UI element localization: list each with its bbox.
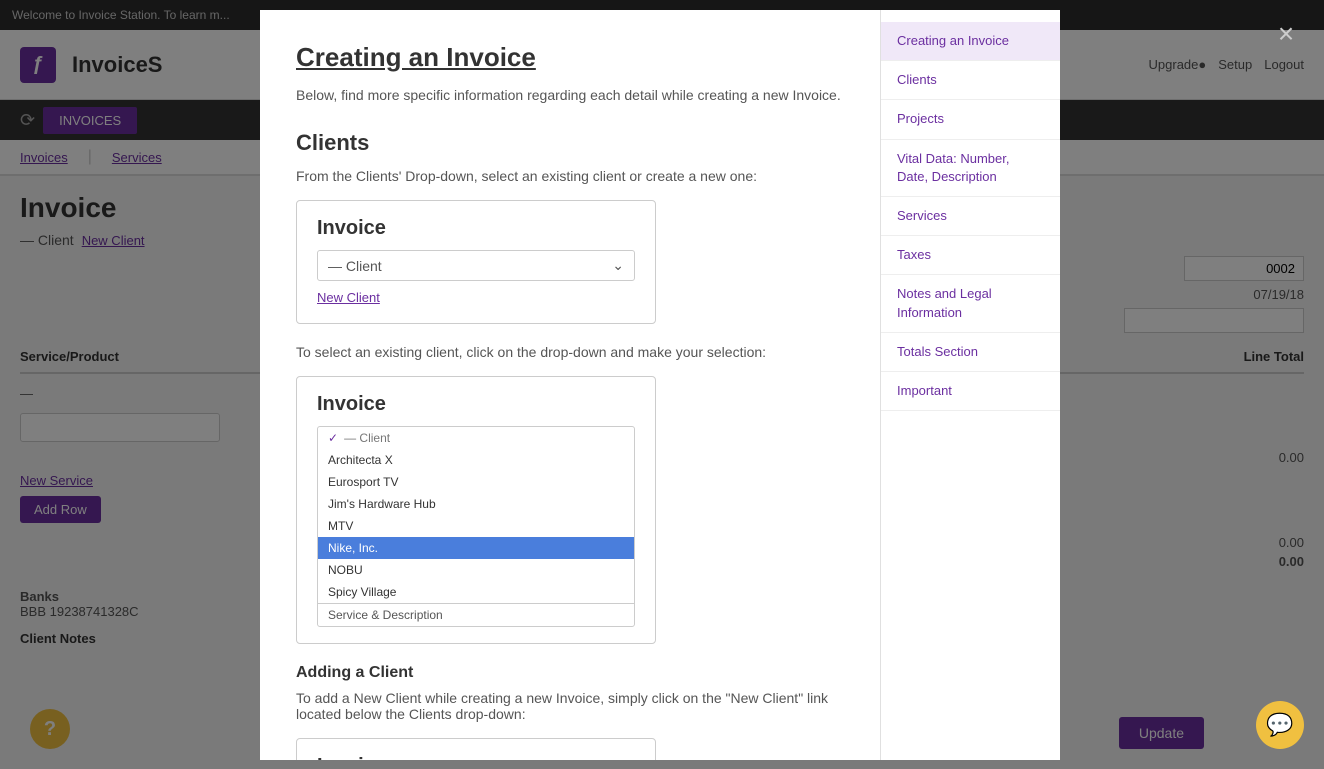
dropdown-list-box: ✓ — Client Architecta X Eurosport TV Jim… bbox=[317, 426, 635, 627]
dropdown-item-mtv[interactable]: MTV bbox=[318, 515, 634, 537]
dropdown-item-spicy[interactable]: Spicy Village bbox=[318, 581, 634, 603]
sidebar-item-services[interactable]: Services bbox=[881, 197, 1060, 236]
dropdown-list-mockup: Invoice ✓ — Client Architecta X Eurospor… bbox=[296, 376, 656, 644]
third-invoice-mockup: Invoice bbox=[296, 738, 656, 760]
modal-title: Creating an Invoice bbox=[296, 42, 860, 73]
dropdown-item-jims[interactable]: Jim's Hardware Hub bbox=[318, 493, 634, 515]
modal-subtitle: Below, find more specific information re… bbox=[296, 85, 860, 106]
dropdown-footer: Service & Description bbox=[318, 603, 634, 626]
modal-sidebar: Creating an Invoice Clients Projects Vit… bbox=[880, 10, 1060, 760]
sidebar-item-creating-invoice[interactable]: Creating an Invoice bbox=[881, 22, 1060, 61]
select-existing-text: To select an existing client, click on t… bbox=[296, 344, 860, 360]
mockup-invoice-title: Invoice bbox=[317, 217, 635, 240]
help-modal: Creating an Invoice Below, find more spe… bbox=[260, 10, 1060, 760]
close-button[interactable]: × bbox=[1268, 16, 1304, 52]
clients-text: From the Clients' Drop-down, select an e… bbox=[296, 168, 860, 184]
mockup-client-dropdown[interactable]: — Client ⌄ bbox=[317, 250, 635, 281]
dropdown-mockup-title: Invoice bbox=[317, 393, 635, 416]
sidebar-item-vital-data[interactable]: Vital Data: Number, Date, Description bbox=[881, 140, 1060, 197]
dropdown-item-nobu[interactable]: NOBU bbox=[318, 559, 634, 581]
sidebar-item-notes-legal[interactable]: Notes and Legal Information bbox=[881, 275, 1060, 332]
chat-button[interactable]: 💬 bbox=[1256, 701, 1304, 749]
mockup-new-client-link[interactable]: New Client bbox=[317, 290, 380, 305]
modal-main-content: Creating an Invoice Below, find more spe… bbox=[260, 10, 880, 760]
sidebar-item-important[interactable]: Important bbox=[881, 372, 1060, 411]
sidebar-item-totals[interactable]: Totals Section bbox=[881, 333, 1060, 372]
sidebar-item-projects[interactable]: Projects bbox=[881, 100, 1060, 139]
adding-client-heading: Adding a Client bbox=[296, 664, 860, 682]
dropdown-item-placeholder: ✓ — Client bbox=[318, 427, 634, 449]
sidebar-item-taxes[interactable]: Taxes bbox=[881, 236, 1060, 275]
dropdown-item-nike[interactable]: Nike, Inc. bbox=[318, 537, 634, 559]
dropdown-item-architecta[interactable]: Architecta X bbox=[318, 449, 634, 471]
adding-client-text: To add a New Client while creating a new… bbox=[296, 690, 860, 722]
sidebar-item-clients[interactable]: Clients bbox=[881, 61, 1060, 100]
clients-heading: Clients bbox=[296, 130, 860, 156]
dropdown-item-eurosport[interactable]: Eurosport TV bbox=[318, 471, 634, 493]
simple-dropdown-mockup: Invoice — Client ⌄ New Client bbox=[296, 200, 656, 324]
